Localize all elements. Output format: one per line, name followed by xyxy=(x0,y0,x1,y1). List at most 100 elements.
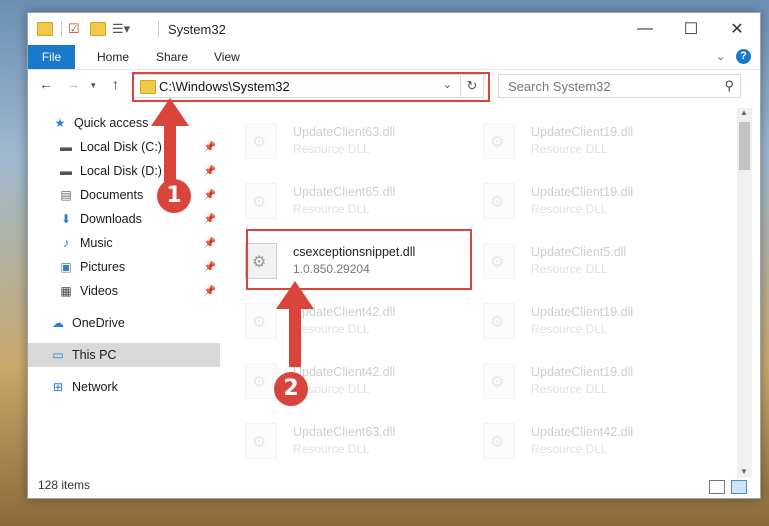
nav-item-documents[interactable]: ▤ Documents 📌 xyxy=(28,183,220,207)
pin-icon[interactable]: 📌 xyxy=(204,190,216,201)
dll-file-icon xyxy=(245,183,277,219)
file-name: UpdateClient42.dll xyxy=(293,365,396,379)
search-placeholder[interactable]: Search System32 xyxy=(508,79,611,94)
large-icons-view-icon[interactable] xyxy=(731,480,747,494)
tab-share[interactable]: Share xyxy=(156,45,188,69)
navigation-pane: ★ Quick access ▬ Local Disk (C:) 📌 ▬ Loc… xyxy=(28,105,220,475)
music-note-icon: ♪ xyxy=(63,236,69,250)
pictures-icon: ▣ xyxy=(60,260,72,274)
close-button[interactable]: ✕ xyxy=(714,13,760,45)
tab-home[interactable]: Home xyxy=(97,45,129,69)
file-tile[interactable]: UpdateClient42.dll Resource DLL xyxy=(461,415,686,465)
dll-file-icon xyxy=(245,363,277,399)
drive-icon: ▬ xyxy=(60,140,72,154)
file-highlight-box xyxy=(246,229,472,290)
file-description: Resource DLL xyxy=(531,322,608,336)
nav-item-label: This PC xyxy=(72,348,117,362)
documents-icon: ▤ xyxy=(60,188,72,202)
file-tile[interactable]: UpdateClient5.dll Resource DLL xyxy=(461,235,686,285)
file-tile[interactable]: UpdateClient19.dll Resource DLL xyxy=(461,295,686,345)
nav-item-pictures[interactable]: ▣ Pictures 📌 xyxy=(28,255,220,279)
file-name: UpdateClient65.dll xyxy=(293,185,396,199)
file-tile[interactable]: UpdateClient19.dll Resource DLL xyxy=(461,175,686,225)
address-highlight-box xyxy=(132,72,490,102)
scroll-up-icon[interactable]: ▲ xyxy=(740,108,748,117)
file-description: Resource DLL xyxy=(293,442,370,456)
nav-item-label: Quick access xyxy=(74,116,149,130)
file-tile[interactable]: UpdateClient63.dll Resource DLL xyxy=(223,415,448,465)
forward-button[interactable]: → xyxy=(66,76,80,92)
search-box[interactable]: Search System32 ⚲ xyxy=(498,74,741,98)
file-tile[interactable]: UpdateClient63.dll Resource DLL xyxy=(223,115,448,165)
nav-item-downloads[interactable]: ⬇ Downloads 📌 xyxy=(28,207,220,231)
nav-item-this-pc[interactable]: ▭ This PC xyxy=(28,343,220,367)
vertical-scrollbar[interactable]: ▲ ▼ xyxy=(737,108,752,478)
file-tile[interactable]: UpdateClient19.dll Resource DLL xyxy=(461,355,686,405)
nav-item-network[interactable]: ⊞ Network xyxy=(28,375,220,399)
pin-icon[interactable]: 📌 xyxy=(204,166,216,177)
back-button[interactable]: ← xyxy=(39,76,53,92)
file-name: UpdateClient19.dll xyxy=(531,125,634,139)
file-description: Resource DLL xyxy=(293,322,370,336)
quick-access-folder-icon[interactable] xyxy=(37,21,53,37)
expand-ribbon-icon[interactable]: ⌄ xyxy=(716,45,725,69)
network-icon: ⊞ xyxy=(52,380,64,394)
file-name: UpdateClient19.dll xyxy=(531,185,634,199)
maximize-icon: ☐ xyxy=(683,21,699,38)
file-tile[interactable]: UpdateClient42.dll Resource DLL xyxy=(223,295,448,345)
customize-toolbar-icon[interactable]: ☰▾ xyxy=(112,21,130,37)
dll-file-icon xyxy=(245,423,277,459)
pin-icon[interactable]: 📌 xyxy=(204,142,216,153)
divider xyxy=(61,21,62,37)
maximize-button[interactable]: ☐ xyxy=(668,13,714,45)
file-tile[interactable]: UpdateClient19.dll Resource DLL xyxy=(461,115,686,165)
new-folder-icon[interactable] xyxy=(90,21,106,37)
nav-item-onedrive[interactable]: ☁ OneDrive xyxy=(28,311,220,335)
dll-file-icon xyxy=(483,123,515,159)
nav-item-label: Downloads xyxy=(80,212,142,226)
file-description: Resource DLL xyxy=(293,142,370,156)
nav-item-videos[interactable]: ▦ Videos 📌 xyxy=(28,279,220,303)
dll-file-icon xyxy=(483,303,515,339)
tab-file[interactable]: File xyxy=(28,45,75,69)
file-description: Resource DLL xyxy=(531,442,608,456)
nav-item-local-disk-d[interactable]: ▬ Local Disk (D:) 📌 xyxy=(28,159,220,183)
pin-icon[interactable]: 📌 xyxy=(204,214,216,225)
ribbon-tabs: File Home Share View ⌄ ? xyxy=(28,45,760,70)
step-1-badge: 1 xyxy=(157,179,191,213)
file-name: UpdateClient42.dll xyxy=(531,425,634,439)
properties-icon[interactable]: ☑ xyxy=(68,21,80,37)
cloud-icon: ☁ xyxy=(52,316,64,330)
file-tile[interactable]: UpdateClient42.dll Resource DLL xyxy=(223,355,448,405)
dll-file-icon xyxy=(245,303,277,339)
help-icon[interactable]: ? xyxy=(736,49,751,64)
pin-icon[interactable]: 📌 xyxy=(204,286,216,297)
nav-item-quick-access[interactable]: ★ Quick access xyxy=(28,111,220,135)
up-button[interactable]: ↑ xyxy=(112,76,119,92)
details-view-icon[interactable] xyxy=(709,480,725,494)
nav-item-label: Pictures xyxy=(80,260,126,274)
file-name: UpdateClient5.dll xyxy=(531,245,627,259)
dll-file-icon xyxy=(483,183,515,219)
nav-item-music[interactable]: ♪ Music 📌 xyxy=(28,231,220,255)
title-bar: ☑ ☰▾ System32 — ☐ ✕ xyxy=(28,13,760,45)
dll-file-icon xyxy=(483,423,515,459)
film-icon: ▦ xyxy=(60,284,72,298)
search-icon[interactable]: ⚲ xyxy=(724,78,734,94)
star-icon: ★ xyxy=(54,116,66,130)
file-name: UpdateClient19.dll xyxy=(531,305,634,319)
minimize-button[interactable]: — xyxy=(622,13,668,45)
recent-locations-button[interactable]: ▾ xyxy=(91,80,96,91)
item-count: 128 items xyxy=(38,478,91,492)
pin-icon[interactable]: 📌 xyxy=(204,262,216,273)
pin-icon[interactable]: 📌 xyxy=(204,238,216,249)
tab-view[interactable]: View xyxy=(214,45,240,69)
file-tile[interactable]: UpdateClient65.dll Resource DLL xyxy=(223,175,448,225)
window-title: System32 xyxy=(168,22,226,37)
nav-item-local-disk-c[interactable]: ▬ Local Disk (C:) 📌 xyxy=(28,135,220,159)
divider xyxy=(158,21,159,37)
back-arrow-icon: ← xyxy=(39,76,53,92)
scroll-thumb[interactable] xyxy=(739,122,750,170)
file-explorer-window: ☑ ☰▾ System32 — ☐ ✕ File Home Share View… xyxy=(27,12,761,499)
status-bar: 128 items xyxy=(28,473,760,498)
